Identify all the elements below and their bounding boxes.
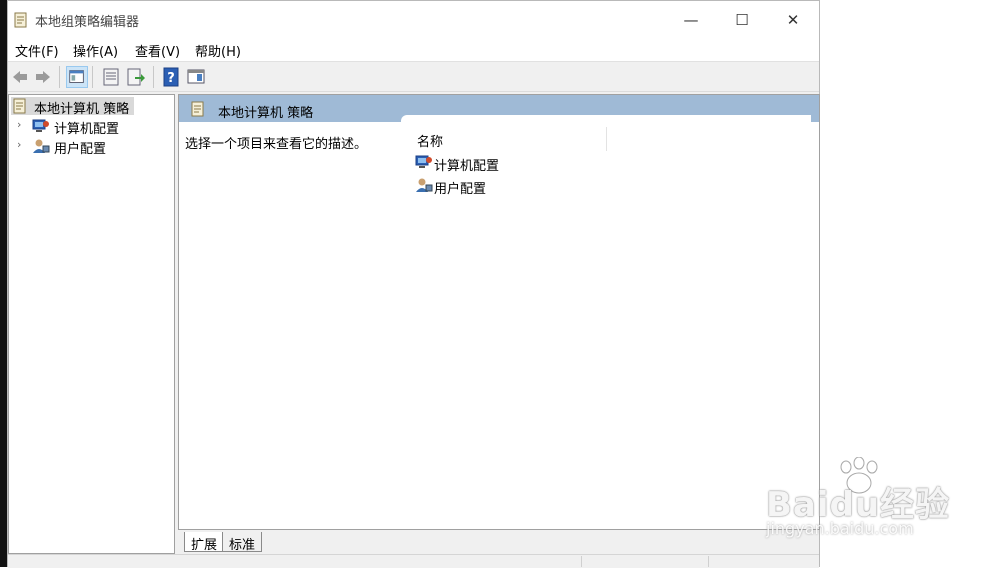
back-icon[interactable] (9, 66, 31, 88)
policy-document-icon (191, 101, 204, 117)
minimize-button[interactable]: — (666, 1, 716, 39)
properties-icon[interactable] (100, 66, 122, 88)
group-policy-editor-window: 本地组策略编辑器 — ☐ ✕ 文件(F) 操作(A) 查看(V) 帮助(H) ?… (7, 0, 820, 568)
details-pane: 本地计算机 策略 选择一个项目来查看它的描述。 名称 计算机配置 用户配置 (178, 94, 820, 530)
baidu-watermark: Baidu经验 jingyan.baidu.com (766, 457, 956, 547)
window-title: 本地组策略编辑器 (35, 15, 140, 30)
menu-action[interactable]: 操作(A) (73, 41, 118, 60)
user-configuration-icon (416, 178, 433, 192)
menu-bar: 文件(F) 操作(A) 查看(V) 帮助(H) (8, 39, 819, 61)
close-button[interactable]: ✕ (768, 1, 818, 39)
policy-document-icon (14, 12, 27, 28)
maximize-button[interactable]: ☐ (717, 1, 767, 39)
toolbar-separator (153, 66, 154, 88)
toolbar: ? (8, 61, 819, 92)
menu-file[interactable]: 文件(F) (15, 41, 59, 60)
tree-root-label: 本地计算机 策略 (34, 102, 130, 117)
svg-text:?: ? (167, 71, 175, 86)
details-pane-title: 本地计算机 策略 (218, 106, 314, 121)
menu-view[interactable]: 查看(V) (135, 41, 180, 60)
show-hide-console-tree-button[interactable] (66, 66, 88, 88)
show-action-pane-icon[interactable] (185, 66, 207, 88)
user-configuration-icon (33, 139, 50, 153)
status-bar-divider (581, 556, 582, 567)
tree-item-label: 计算机配置 (54, 122, 120, 137)
watermark-url-text: jingyan.baidu.com (766, 519, 914, 538)
tree-root-local-computer-policy[interactable]: 本地计算机 策略 (11, 97, 134, 117)
show-hide-console-tree-icon (69, 70, 84, 83)
chevron-right-icon[interactable]: › (17, 138, 21, 151)
title-bar: 本地组策略编辑器 — ☐ ✕ (8, 1, 819, 39)
policy-document-icon (13, 98, 26, 114)
forward-icon[interactable] (32, 66, 54, 88)
console-tree: 本地计算机 策略 › 计算机配置 › 用户配置 (8, 94, 175, 554)
help-icon[interactable]: ? (160, 66, 182, 88)
column-header-name[interactable]: 名称 (417, 131, 443, 150)
menu-help[interactable]: 帮助(H) (195, 41, 241, 60)
status-bar (8, 554, 819, 568)
column-divider[interactable] (606, 127, 607, 151)
tab-extended[interactable]: 扩展 (184, 532, 225, 553)
export-list-icon[interactable] (125, 66, 147, 88)
list-view-header: 名称 (401, 115, 811, 151)
toolbar-separator (92, 66, 93, 88)
tab-standard[interactable]: 标准 (222, 532, 263, 553)
list-item-label: 用户配置 (434, 182, 487, 197)
status-bar-divider (708, 556, 709, 567)
chevron-right-icon[interactable]: › (17, 118, 21, 131)
list-item-label: 计算机配置 (434, 159, 500, 174)
computer-configuration-icon (32, 119, 49, 132)
toolbar-separator (59, 66, 60, 88)
tree-item-computer-configuration[interactable]: › 计算机配置 (9, 117, 169, 137)
view-tabs: 扩展 标准 (178, 532, 478, 554)
item-description-text: 选择一个项目来查看它的描述。 (185, 137, 368, 152)
tree-item-user-configuration[interactable]: › 用户配置 (9, 137, 169, 157)
tree-item-label: 用户配置 (54, 142, 107, 157)
computer-configuration-icon (415, 155, 432, 168)
desktop-background (0, 0, 7, 567)
